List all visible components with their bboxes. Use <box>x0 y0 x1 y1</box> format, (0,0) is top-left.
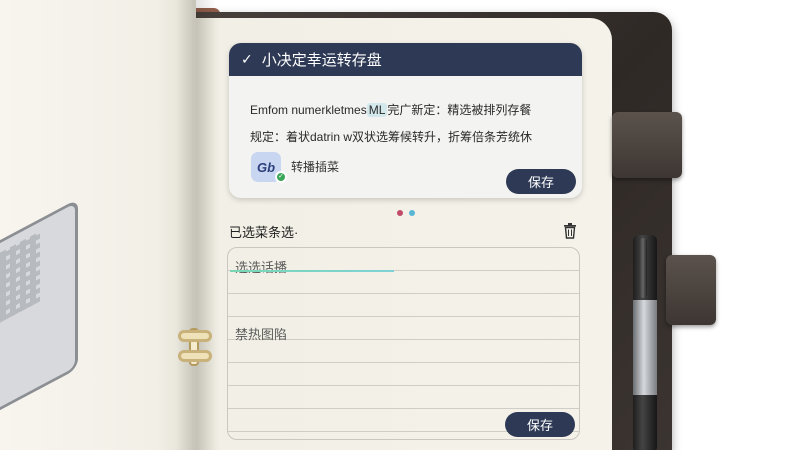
trash-icon[interactable] <box>563 223 577 239</box>
pen-clip <box>639 238 647 298</box>
pager-dot[interactable] <box>409 210 415 216</box>
save-button[interactable]: 保存 <box>505 412 575 437</box>
section-title: 已选菜条选· <box>229 225 299 240</box>
pen-band <box>633 300 657 395</box>
app-label: 转播插菜 <box>291 160 340 174</box>
list-item[interactable]: 禁热图陷 <box>235 324 287 343</box>
dialog-header: ✓ 小决定幸运转存盘 <box>229 43 582 76</box>
pen-loop <box>666 255 716 325</box>
check-badge-icon: ✓ <box>275 171 287 183</box>
binder-ring <box>178 330 212 342</box>
dialog-line-2: 规定：着状datrin w双状选筹候转升，折筹倍条芳统休 <box>250 130 533 144</box>
leather-strap <box>612 112 682 178</box>
save-button[interactable]: 保存 <box>506 169 576 194</box>
binder-ring <box>178 350 212 362</box>
check-icon: ✓ <box>241 51 253 67</box>
selection-list: 选选话播 禁热图陷 保存 <box>227 247 580 440</box>
pager-dot-active[interactable] <box>397 210 403 216</box>
dialog-title: 小决定幸运转存盘 <box>261 52 382 69</box>
active-underline <box>230 270 394 272</box>
highlighted-text: ML <box>366 103 388 117</box>
notebook-spine <box>176 0 216 450</box>
list-item[interactable]: 选选话播 <box>235 257 287 276</box>
dialog-line-1: Emfom numerkletmes ML 完广新定：精选被排列存餐 <box>250 103 532 117</box>
save-dialog: ✓ 小决定幸运转存盘 Emfom numerkletmes ML 完广新定：精选被排… <box>229 43 582 198</box>
